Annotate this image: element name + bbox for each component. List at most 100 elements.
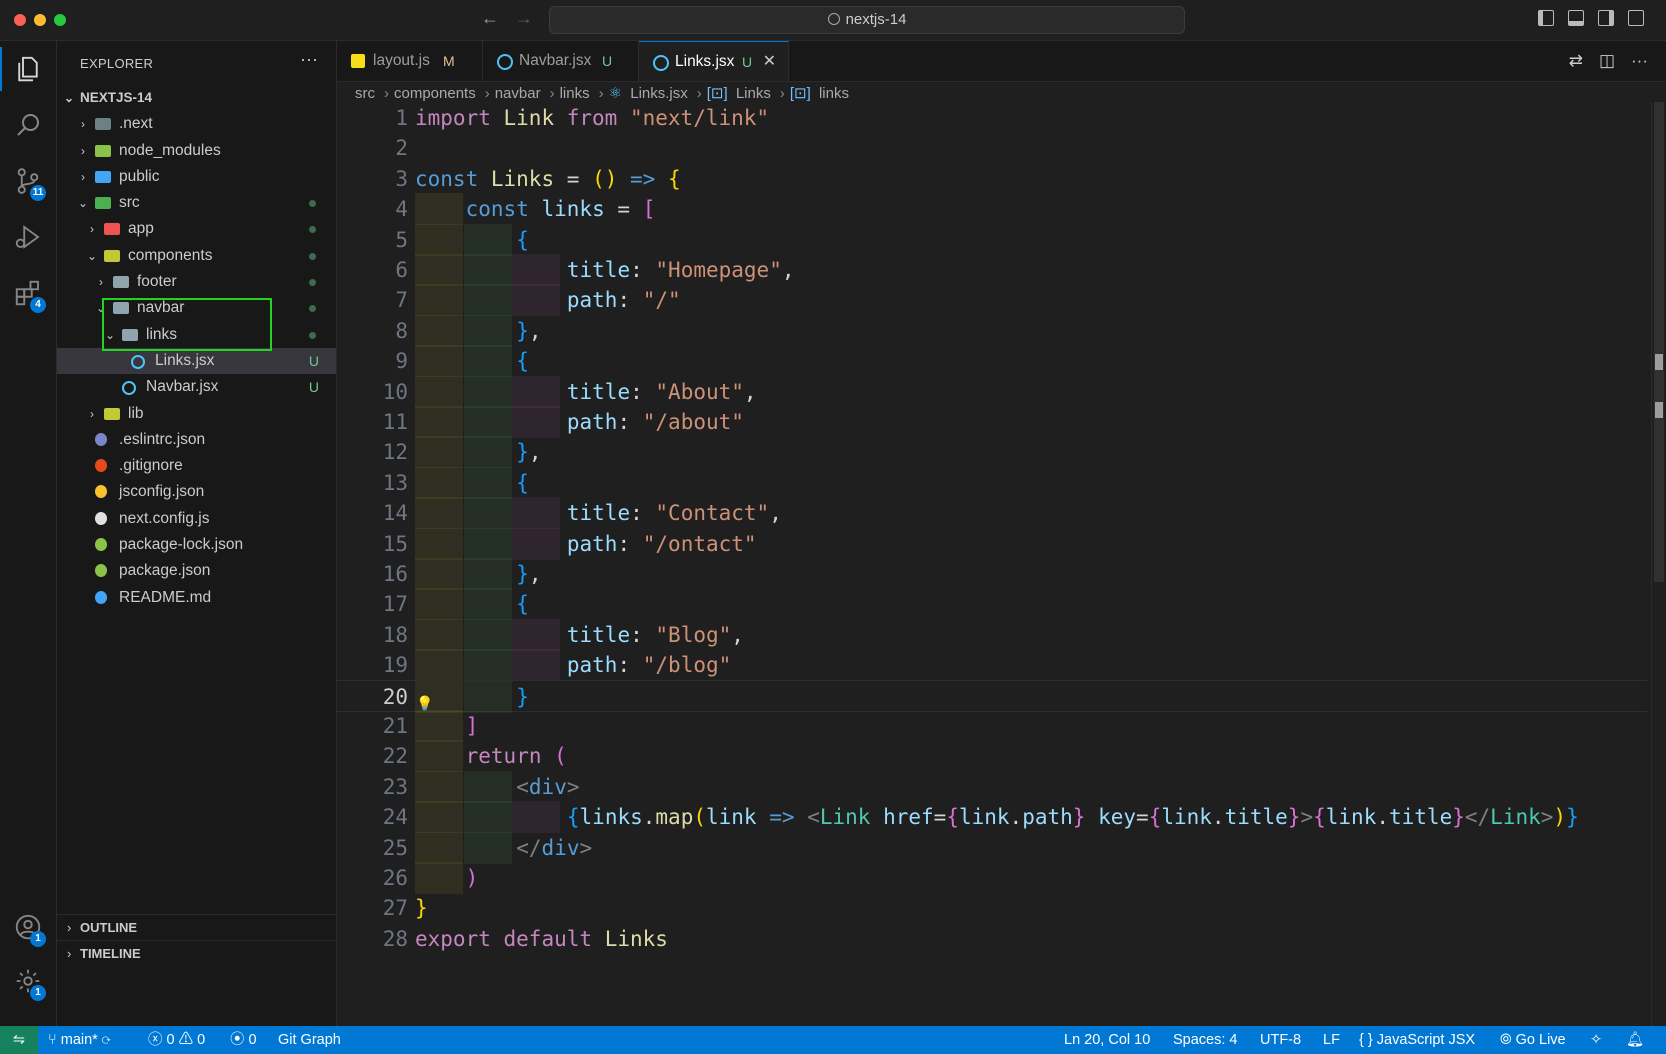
tree-item[interactable]: › footer [57, 269, 336, 295]
code-line[interactable]: 7 path: "/" [337, 284, 1647, 317]
maximize-window-button[interactable] [54, 14, 66, 26]
code-line[interactable]: 20 💡 } [337, 679, 1647, 713]
toggle-secondary-sidebar-icon[interactable] [1598, 10, 1614, 26]
tree-item[interactable]: next.config.js [57, 506, 336, 532]
code-line[interactable]: 8 }, [337, 314, 1647, 347]
code-line[interactable]: 24 {links.map(link => <Link href={link.p… [337, 801, 1647, 834]
command-center-search[interactable]: nextjs-14 [549, 6, 1185, 34]
toggle-primary-sidebar-icon[interactable] [1538, 10, 1554, 26]
remote-indicator[interactable]: ⇋ [0, 1026, 38, 1054]
chevron-right-icon: › [696, 85, 702, 102]
tree-item[interactable]: Links.jsx U [57, 347, 336, 375]
git-status: U [308, 352, 319, 369]
tree-item[interactable]: jsconfig.json [57, 479, 336, 505]
close-window-button[interactable] [14, 14, 26, 26]
search-activity-button[interactable] [0, 97, 56, 153]
code-line[interactable]: 28 export default Links [337, 923, 1647, 955]
code-line[interactable]: 14 title: "Contact", [337, 497, 1647, 530]
code-line[interactable]: 3 const Links = () => { [337, 163, 1647, 195]
code-line[interactable]: 6 title: "Homepage", [337, 254, 1647, 286]
toggle-panel-icon[interactable] [1568, 10, 1584, 26]
source-control-activity-button[interactable]: 11 [0, 153, 56, 209]
timeline-section[interactable]: › TIMELINE [57, 940, 336, 967]
breadcrumb-item[interactable]: components [394, 85, 476, 102]
editor-scrollbar[interactable] [1651, 102, 1666, 1026]
open-changes-icon[interactable]: ⇄ [1569, 51, 1583, 71]
more-actions-icon[interactable]: ··· [1631, 51, 1648, 71]
tree-item[interactable]: package-lock.json [57, 532, 336, 558]
code-line[interactable]: 27} [337, 892, 1647, 924]
code-line[interactable]: 19 path: "/blog" [337, 649, 1647, 682]
extensions-activity-button[interactable]: 4 [0, 265, 56, 321]
tree-item[interactable]: › lib [57, 401, 336, 427]
outline-section[interactable]: › OUTLINE [57, 914, 336, 941]
tree-item[interactable]: package.json [57, 558, 336, 584]
tree-item[interactable]: › .next [57, 111, 336, 137]
tree-item[interactable]: › public [57, 164, 336, 190]
code-line[interactable]: 21 ] [337, 710, 1647, 742]
breadcrumb-item[interactable]: links [819, 85, 849, 102]
tab-navbar-jsx[interactable]: Navbar.jsx U [483, 41, 639, 81]
code-line[interactable]: 17 { [337, 588, 1647, 621]
back-arrow-icon[interactable]: ← [481, 8, 499, 29]
code-line[interactable]: 12 }, [337, 436, 1647, 469]
cursor-position[interactable]: Ln 20, Col 10 [1064, 1026, 1150, 1054]
tree-item[interactable]: Navbar.jsx U [57, 374, 336, 400]
code-line[interactable]: 25 </div> [337, 831, 1647, 864]
breadcrumb-item[interactable]: Links.jsx [630, 85, 688, 102]
workspace-root[interactable]: ⌄ NEXTJS-14 [57, 85, 336, 111]
code-line[interactable]: 4 const links = [ [337, 193, 1647, 226]
code-line[interactable]: 1 import Link from "next/link" [337, 102, 1647, 134]
breadcrumb-item[interactable]: navbar [495, 85, 541, 102]
breadcrumb-item[interactable]: Links [736, 85, 771, 102]
ports-indicator[interactable]: ⦿ 0 [230, 1026, 257, 1054]
minimize-window-button[interactable] [34, 14, 46, 26]
tree-item[interactable]: .gitignore [57, 453, 336, 479]
code-line[interactable]: 15 path: "/ontact" [337, 527, 1647, 560]
tree-item[interactable]: ⌄ navbar [57, 295, 336, 321]
tab-layout-js[interactable]: layout.js M [337, 41, 483, 81]
breadcrumb-item[interactable]: src [355, 85, 375, 102]
split-editor-icon[interactable]: ◫ [1599, 51, 1615, 71]
git-graph-button[interactable]: Git Graph [278, 1026, 341, 1054]
manage-activity-button[interactable]: 1 [0, 953, 56, 1009]
tab-links-jsx[interactable]: Links.jsx U ✕ [639, 41, 789, 81]
code-line[interactable]: 22 return ( [337, 740, 1647, 773]
go-live-button[interactable]: ⦾ Go Live [1500, 1026, 1566, 1054]
code-line[interactable]: 10 title: "About", [337, 375, 1647, 408]
breadcrumb-item[interactable]: links [560, 85, 590, 102]
close-icon[interactable]: ✕ [763, 42, 776, 82]
code-line[interactable]: 23 <div> [337, 770, 1647, 803]
accounts-activity-button[interactable]: 1 [0, 899, 56, 955]
tree-item[interactable]: .eslintrc.json [57, 427, 336, 453]
code-line[interactable]: 5 { [337, 223, 1647, 256]
code-line[interactable]: 9 { [337, 345, 1647, 378]
code-line[interactable]: 13 { [337, 466, 1647, 499]
code-editor[interactable]: 1 import Link from "next/link" 2 3 const Lin… [337, 102, 1666, 1026]
encoding[interactable]: UTF-8 [1260, 1026, 1301, 1054]
explorer-activity-button[interactable] [0, 41, 56, 97]
tree-item[interactable]: ⌄ components [57, 243, 336, 269]
code-line[interactable]: 11 path: "/about" [337, 406, 1647, 438]
forward-arrow-icon[interactable]: → [515, 8, 533, 29]
explorer-more-actions-button[interactable]: ··· [300, 49, 318, 70]
indentation[interactable]: Spaces: 4 [1173, 1026, 1238, 1054]
copilot-icon[interactable]: ✧ [1590, 1026, 1602, 1054]
tree-item[interactable]: ⌄ src [57, 190, 336, 216]
end-of-line[interactable]: LF [1323, 1026, 1340, 1054]
branch-indicator[interactable]: ⑂ main* ⟳ [48, 1026, 111, 1054]
code-line[interactable]: 26 ) [337, 862, 1647, 894]
tree-item[interactable]: README.md [57, 585, 336, 611]
tree-item[interactable]: ⌄ links [57, 322, 336, 348]
problems-indicator[interactable]: ⓧ 0 ⚠ 0 [148, 1026, 205, 1054]
tree-item[interactable]: › node_modules [57, 138, 336, 164]
run-debug-activity-button[interactable] [0, 209, 56, 265]
bell-icon[interactable]: 🔔︎ [1626, 1026, 1644, 1054]
code-line[interactable]: 2 [337, 132, 1647, 164]
language-mode[interactable]: { } JavaScript JSX [1359, 1026, 1475, 1054]
scrollbar-thumb[interactable] [1654, 102, 1664, 582]
customize-layout-icon[interactable] [1628, 10, 1644, 26]
tree-item[interactable]: › app [57, 216, 336, 242]
code-line[interactable]: 18 title: "Blog", [337, 618, 1647, 651]
code-line[interactable]: 16 }, [337, 558, 1647, 590]
